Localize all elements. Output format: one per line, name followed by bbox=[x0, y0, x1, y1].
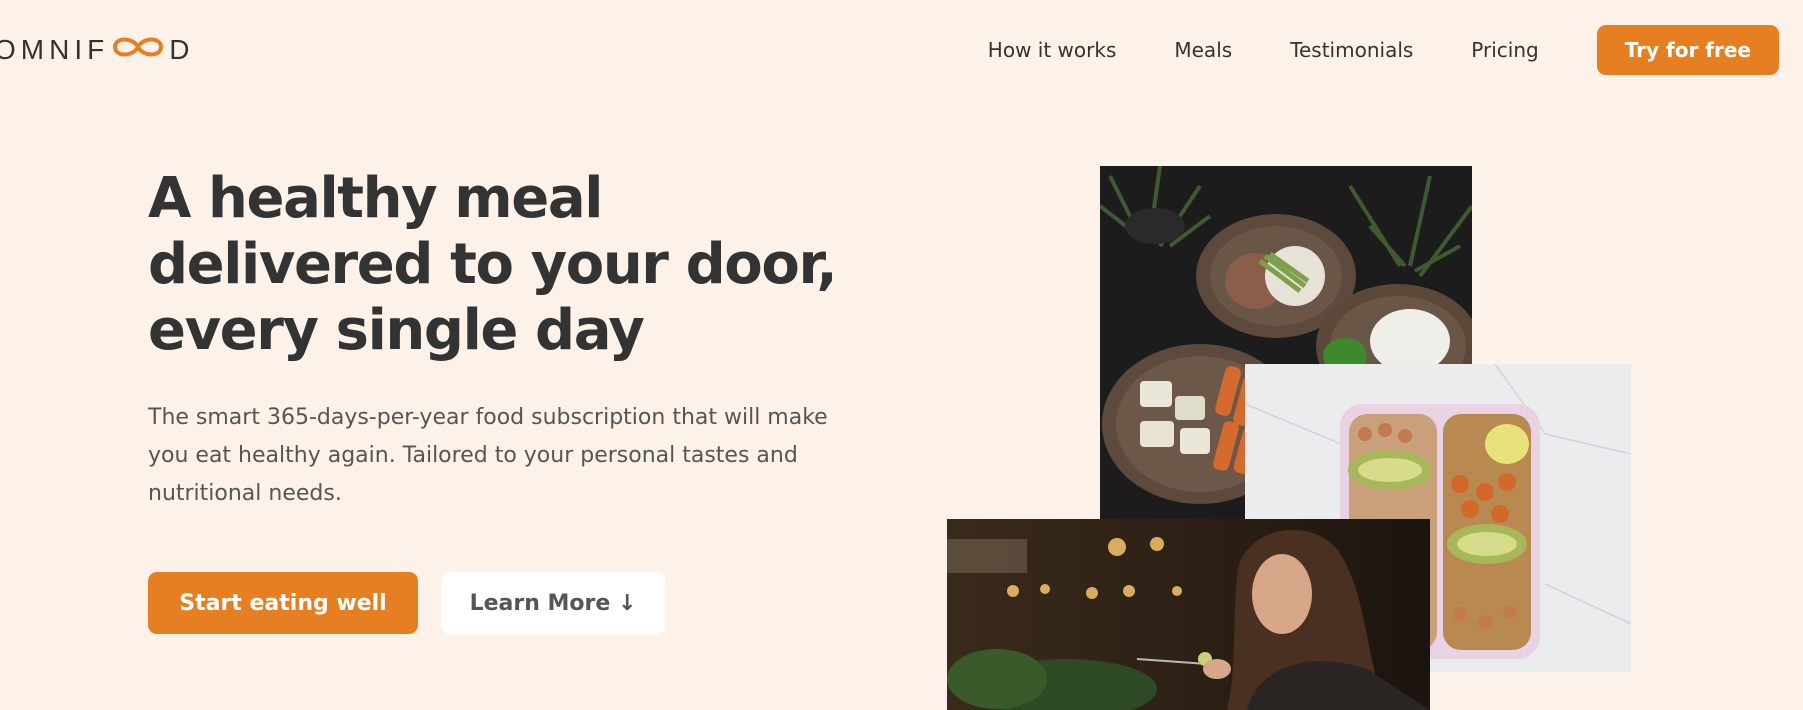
site-header: OMNIF D How it works Meals Testimonials … bbox=[0, 0, 1803, 100]
start-eating-well-button[interactable]: Start eating well bbox=[148, 572, 418, 634]
logo[interactable]: OMNIF D bbox=[0, 34, 194, 66]
logo-text-end: D bbox=[169, 34, 195, 65]
infinity-icon bbox=[111, 33, 165, 68]
nav-how-it-works[interactable]: How it works bbox=[988, 38, 1117, 62]
learn-more-button[interactable]: Learn More ↓ bbox=[441, 572, 665, 634]
hero-description: The smart 365-days-per-year food subscri… bbox=[148, 405, 828, 506]
nav-pricing[interactable]: Pricing bbox=[1471, 38, 1538, 62]
hero-title: A healthy meal delivered to your door, e… bbox=[148, 166, 838, 363]
nav-meals[interactable]: Meals bbox=[1174, 38, 1232, 62]
main-nav: How it works Meals Testimonials Pricing … bbox=[988, 24, 1779, 76]
nav-testimonials[interactable]: Testimonials bbox=[1290, 38, 1413, 62]
try-for-free-button[interactable]: Try for free bbox=[1596, 25, 1779, 75]
woman-eating-photo bbox=[947, 519, 1430, 710]
logo-text-start: OMNIF bbox=[0, 34, 110, 65]
